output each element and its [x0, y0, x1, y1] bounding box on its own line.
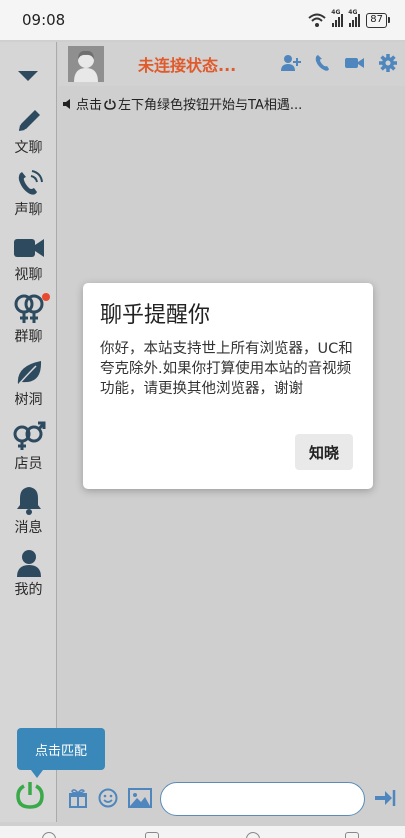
status-icons: 4G 4G 87 [308, 9, 390, 28]
start-match-power-button[interactable] [15, 780, 45, 814]
sidebar-item-label: 消息 [14, 520, 43, 536]
pencil-icon [18, 110, 40, 131]
power-button-icon [104, 98, 116, 110]
video-call-icon[interactable] [345, 55, 365, 71]
phone-call-icon[interactable] [315, 54, 331, 72]
signal-icon: 4G [331, 9, 344, 27]
avatar[interactable] [68, 46, 104, 82]
nav-browser-icon[interactable] [246, 832, 260, 838]
gender-group-icon [14, 294, 43, 323]
nav-recent-icon[interactable] [145, 832, 159, 838]
gift-icon[interactable] [68, 788, 88, 808]
dialog-title: 聊乎提醒你 [100, 303, 211, 328]
speaker-icon [63, 98, 70, 109]
sidebar-item-voice-chat[interactable]: 声聊 [0, 168, 57, 219]
message-composer [58, 778, 405, 822]
sidebar-item-label: 文聊 [14, 140, 43, 156]
sidebar-item-video-chat[interactable]: 视聊 [0, 233, 57, 284]
system-nav-bar [0, 826, 405, 838]
wifi-icon [308, 13, 326, 27]
sidebar-item-staff[interactable]: 店员 [0, 420, 57, 473]
match-button[interactable]: 点击匹配 [17, 728, 105, 778]
sidebar: 文聊 声聊 视聊 群聊 树洞 店员 消息 我的 [0, 42, 57, 822]
sidebar-item-label: 我的 [14, 582, 43, 598]
emoji-icon[interactable] [98, 788, 118, 808]
dialog-message: 你好，本站支持世上所有浏览器，UC和夸克除外.如果你打算使用本站的音视频功能，请… [100, 341, 353, 397]
nav-back-icon[interactable] [345, 832, 359, 838]
send-icon[interactable] [374, 788, 396, 808]
settings-gear-icon[interactable] [379, 54, 397, 72]
header-actions [281, 54, 397, 72]
notice-text-after: 左下角绿色按钮开始与TA相遇... [118, 98, 303, 113]
sidebar-item-label: 声聊 [14, 202, 43, 218]
add-friend-icon[interactable] [281, 54, 301, 72]
nav-home-icon[interactable] [42, 832, 56, 838]
battery-indicator: 87 [366, 12, 390, 28]
image-icon[interactable] [128, 788, 152, 808]
status-time: 09:08 [22, 11, 66, 29]
leaf-icon [17, 361, 41, 385]
notification-badge [42, 293, 50, 301]
sidebar-item-profile[interactable]: 我的 [0, 548, 57, 599]
bell-icon [16, 487, 41, 515]
chat-header: 未连接状态... [58, 42, 405, 86]
sidebar-item-label: 树洞 [14, 392, 43, 408]
notice-text-before: 点击 [76, 98, 103, 113]
connection-status: 未连接状态... [138, 56, 237, 75]
sidebar-item-tree-hole[interactable]: 树洞 [0, 358, 57, 409]
sidebar-item-label: 视聊 [14, 267, 43, 283]
collapse-arrow-icon[interactable] [18, 71, 38, 81]
sidebar-item-text-chat[interactable]: 文聊 [0, 106, 57, 157]
phone-icon [18, 170, 43, 195]
notice-marquee: 点击 左下角绿色按钮开始与TA相遇... [62, 94, 302, 113]
signal-icon: 4G [348, 9, 361, 27]
gender-icon [13, 421, 45, 450]
user-icon [16, 550, 41, 577]
status-bar: 09:08 4G 4G 87 [0, 0, 405, 40]
reminder-dialog: 聊乎提醒你 你好，本站支持世上所有浏览器，UC和夸克除外.如果你打算使用本站的音… [83, 283, 373, 489]
sidebar-item-group-chat[interactable]: 群聊 [0, 293, 57, 346]
sidebar-item-messages[interactable]: 消息 [0, 484, 57, 537]
avatar-placeholder-icon [68, 46, 104, 82]
sidebar-item-label: 群聊 [14, 329, 43, 345]
acknowledge-button[interactable]: 知晓 [295, 434, 353, 470]
sidebar-item-label: 店员 [14, 456, 43, 472]
video-camera-icon [13, 239, 44, 257]
power-icon [16, 782, 44, 809]
message-input[interactable] [160, 782, 365, 816]
